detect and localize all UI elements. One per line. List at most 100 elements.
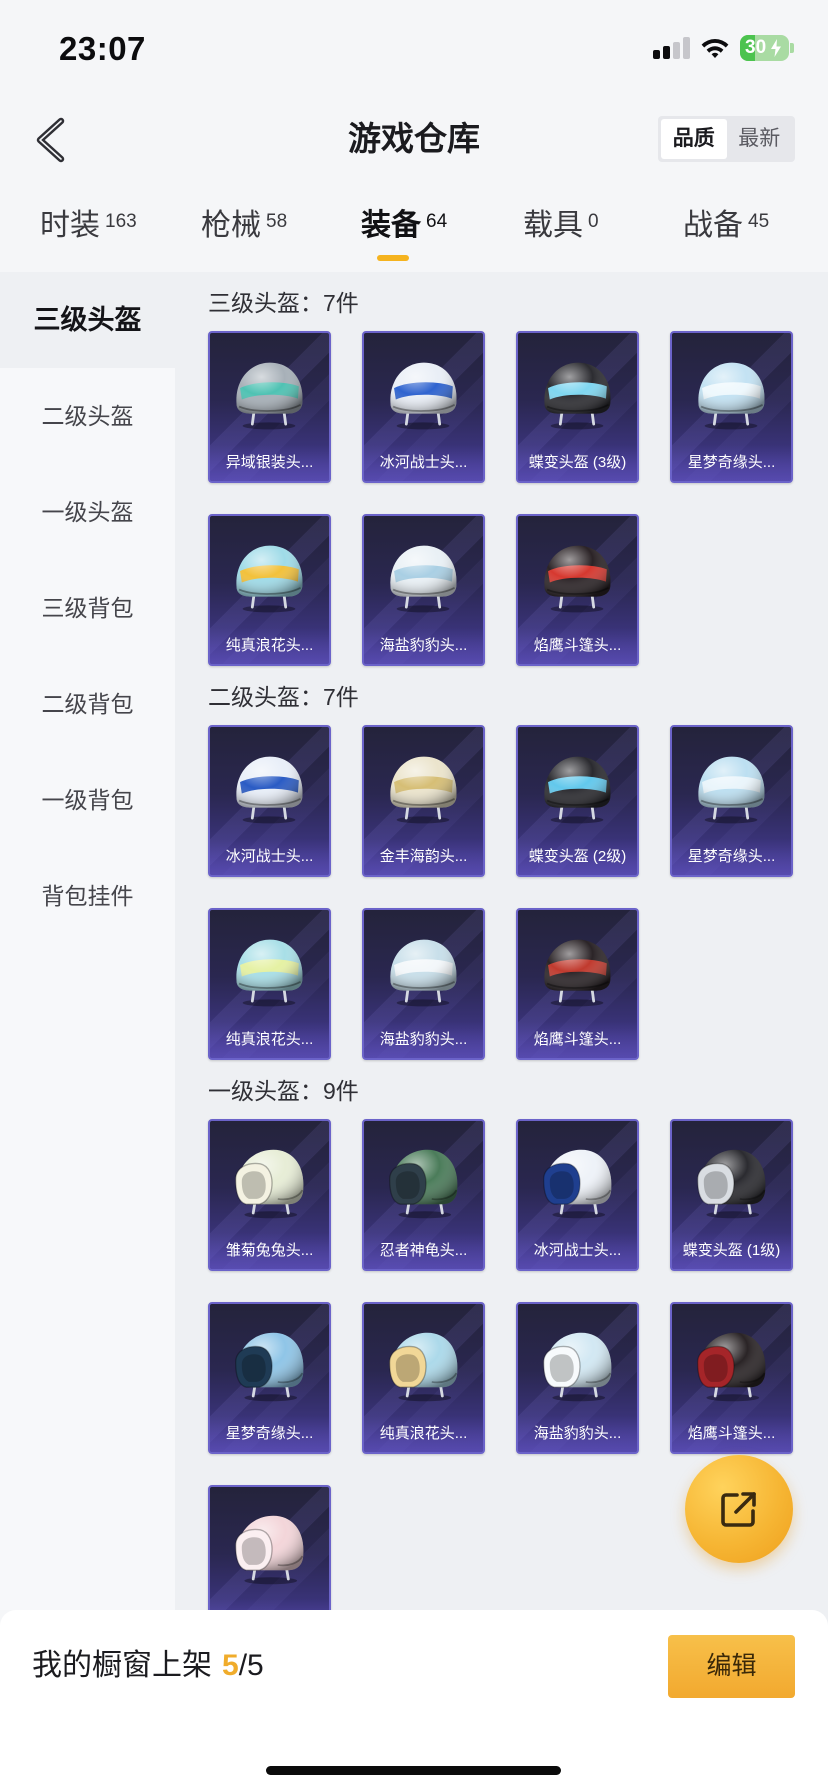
item-card[interactable]: 星梦奇缘头... bbox=[670, 725, 793, 877]
sidebar-item-backpack-charm[interactable]: 背包挂件 bbox=[0, 848, 175, 944]
item-card[interactable]: 异域银装头... bbox=[208, 331, 331, 483]
item-name: 忍者神龟头... bbox=[364, 1233, 483, 1269]
tab-label: 枪械 bbox=[201, 209, 261, 242]
share-button[interactable] bbox=[685, 1455, 793, 1563]
battery-cap bbox=[790, 43, 794, 53]
item-card[interactable]: 蝶变头盔 (2级) bbox=[516, 725, 639, 877]
item-name: 星梦奇缘头... bbox=[210, 1416, 329, 1452]
helmet-image bbox=[236, 756, 303, 824]
item-name: 雏菊兔兔头... bbox=[210, 1233, 329, 1269]
item-card[interactable]: 纯真浪花头... bbox=[362, 1302, 485, 1454]
item-name: 纯真浪花头... bbox=[364, 1416, 483, 1452]
helmet-image bbox=[696, 1332, 766, 1402]
sidebar-item-backpack-lv1[interactable]: 一级背包 bbox=[0, 752, 175, 848]
item-name: 金丰海韵头... bbox=[364, 839, 483, 875]
tab-weapons[interactable]: 枪械 58 bbox=[201, 204, 287, 248]
item-card[interactable]: 焰鹰斗篷头... bbox=[516, 908, 639, 1060]
sidebar-item-helmet-lv1[interactable]: 一级头盔 bbox=[0, 464, 175, 560]
item-card[interactable]: 海盐豹豹头... bbox=[362, 908, 485, 1060]
sort-option-newest[interactable]: 最新 bbox=[727, 119, 793, 159]
item-card[interactable]: 蝶变头盔 (1级) bbox=[670, 1119, 793, 1271]
item-name: 冰河战士头... bbox=[364, 445, 483, 481]
tab-label: 载具 bbox=[523, 209, 583, 242]
item-card[interactable]: 海盐豹豹头... bbox=[362, 514, 485, 666]
showcase-label: 我的橱窗上架 bbox=[32, 1649, 212, 1682]
helmet-image bbox=[234, 1332, 304, 1402]
tab-combat-gear[interactable]: 战备 45 bbox=[683, 204, 769, 248]
item-name: 冰河战士头... bbox=[518, 1233, 637, 1269]
item-card[interactable]: 冰河战士头... bbox=[362, 331, 485, 483]
item-grid: 冰河战士头... 金丰海韵头... 蝶变头盔 (2级) 星梦奇缘头... 纯真浪花头..… bbox=[208, 725, 828, 1060]
tab-count: 64 bbox=[426, 211, 448, 232]
helmet-image bbox=[390, 756, 457, 824]
helmet-image bbox=[698, 362, 765, 430]
helmet-image bbox=[388, 1332, 458, 1402]
helmet-image bbox=[542, 1149, 612, 1219]
helmet-image bbox=[236, 545, 303, 613]
edit-button[interactable]: 编辑 bbox=[668, 1635, 795, 1698]
item-name: 焰鹰斗篷头... bbox=[518, 628, 637, 664]
item-list[interactable]: 三级头盔：7件 异域银装头... 冰河战士头... 蝶变头盔 (3级) 星梦奇缘头...… bbox=[175, 272, 828, 1792]
home-indicator[interactable] bbox=[266, 1766, 561, 1775]
item-card[interactable]: 忍者神龟头... bbox=[362, 1119, 485, 1271]
item-name: 焰鹰斗篷头... bbox=[672, 1416, 791, 1452]
tab-equipment[interactable]: 装备 64 bbox=[361, 204, 447, 248]
tab-count: 163 bbox=[105, 211, 137, 232]
active-tab-indicator bbox=[377, 255, 409, 261]
item-card[interactable]: 蝶变头盔 (3级) bbox=[516, 331, 639, 483]
helmet-image bbox=[390, 545, 457, 613]
item-card[interactable]: 金丰海韵头... bbox=[362, 725, 485, 877]
helmet-image bbox=[388, 1149, 458, 1219]
helmet-image bbox=[544, 939, 611, 1007]
item-name: 蝶变头盔 (3级) bbox=[518, 445, 637, 481]
helmet-image bbox=[236, 362, 303, 430]
tab-vehicles[interactable]: 载具 0 bbox=[523, 204, 599, 248]
item-name: 星梦奇缘头... bbox=[672, 445, 791, 481]
sidebar-item-helmet-lv3[interactable]: 三级头盔 bbox=[0, 272, 175, 368]
item-grid: 异域银装头... 冰河战士头... 蝶变头盔 (3级) 星梦奇缘头... 纯真浪花头..… bbox=[208, 331, 828, 666]
item-card[interactable]: 冰河战士头... bbox=[208, 725, 331, 877]
item-card[interactable]: 纯真浪花头... bbox=[208, 514, 331, 666]
showcase-footer: 我的橱窗上架 5/5 编辑 bbox=[0, 1610, 828, 1792]
sidebar-item-backpack-lv2[interactable]: 二级背包 bbox=[0, 656, 175, 752]
tab-label: 战备 bbox=[683, 209, 743, 242]
helmet-image bbox=[234, 1149, 304, 1219]
item-section: 二级头盔：7件 冰河战士头... 金丰海韵头... 蝶变头盔 (2级) 星梦奇缘头...… bbox=[208, 682, 828, 1060]
item-section: 三级头盔：7件 异域银装头... 冰河战士头... 蝶变头盔 (3级) 星梦奇缘头...… bbox=[208, 288, 828, 666]
wifi-icon bbox=[701, 38, 729, 58]
item-card[interactable]: 焰鹰斗篷头... bbox=[670, 1302, 793, 1454]
item-card[interactable]: 焰鹰斗篷头... bbox=[516, 514, 639, 666]
shelf-count: 5 bbox=[222, 1649, 239, 1682]
tab-count: 0 bbox=[588, 211, 599, 232]
item-name: 冰河战士头... bbox=[210, 839, 329, 875]
status-time: 23:07 bbox=[59, 30, 146, 67]
tab-outfits[interactable]: 时装 163 bbox=[40, 204, 137, 248]
helmet-image bbox=[234, 1515, 304, 1585]
helmet-image bbox=[390, 362, 457, 430]
item-card[interactable]: 雏菊兔兔头... bbox=[208, 1119, 331, 1271]
item-card[interactable]: 星梦奇缘头... bbox=[670, 331, 793, 483]
item-card[interactable]: 星梦奇缘头... bbox=[208, 1302, 331, 1454]
item-name: 纯真浪花头... bbox=[210, 628, 329, 664]
helmet-image bbox=[698, 756, 765, 824]
item-card[interactable]: 冰河战士头... bbox=[516, 1119, 639, 1271]
sort-toggle[interactable]: 品质 最新 bbox=[658, 116, 795, 162]
item-name: 焰鹰斗篷头... bbox=[518, 1022, 637, 1058]
tab-label: 装备 bbox=[361, 209, 421, 242]
sidebar-item-helmet-lv2[interactable]: 二级头盔 bbox=[0, 368, 175, 464]
item-name: 蝶变头盔 (1级) bbox=[672, 1233, 791, 1269]
item-name: 蝶变头盔 (2级) bbox=[518, 839, 637, 875]
bolt-icon bbox=[771, 39, 781, 57]
item-name: 海盐豹豹头... bbox=[518, 1416, 637, 1452]
item-card[interactable]: 海盐豹豹头... bbox=[516, 1302, 639, 1454]
helmet-image bbox=[696, 1149, 766, 1219]
item-name: 异域银装头... bbox=[210, 445, 329, 481]
sort-option-quality[interactable]: 品质 bbox=[661, 119, 727, 159]
item-card[interactable]: 纯真浪花头... bbox=[208, 908, 331, 1060]
cellular-signal-icon bbox=[653, 37, 691, 59]
helmet-image bbox=[390, 939, 457, 1007]
sidebar-item-backpack-lv3[interactable]: 三级背包 bbox=[0, 560, 175, 656]
helmet-image bbox=[544, 756, 611, 824]
item-name: 海盐豹豹头... bbox=[364, 628, 483, 664]
helmet-image bbox=[544, 362, 611, 430]
